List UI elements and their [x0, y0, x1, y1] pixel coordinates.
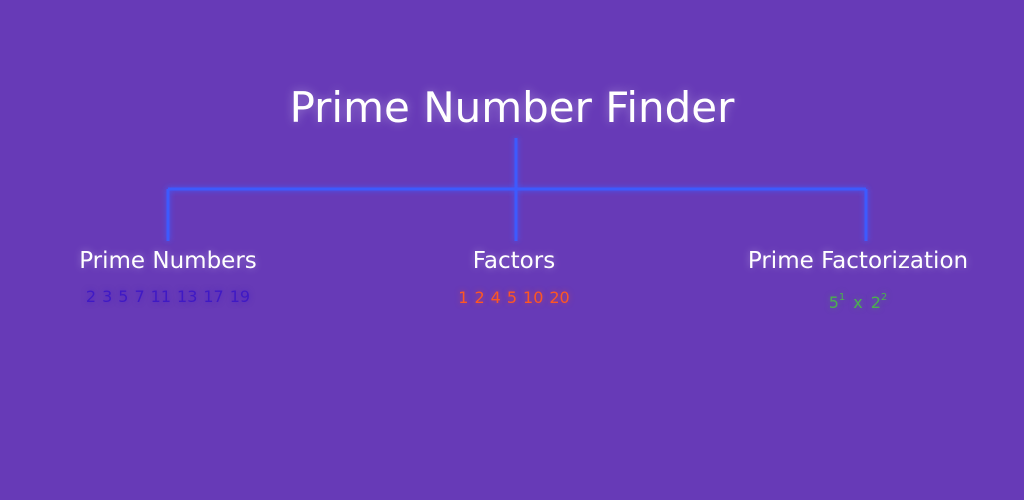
factor-base: 5 — [828, 293, 839, 312]
factor-exponent: 1 — [838, 292, 846, 303]
factor: 10 — [523, 288, 544, 307]
branch-label-primes: Prime Numbers — [79, 248, 257, 274]
prime-numbers-list: 2 3 5 7 11 13 17 19 — [38, 286, 298, 308]
factor: 20 — [549, 288, 570, 307]
factor: 1 — [458, 288, 469, 307]
factors-list: 1 2 4 5 10 20 — [384, 287, 644, 309]
prime-number: 3 — [102, 287, 113, 306]
multiply-operator: x — [853, 293, 863, 312]
branch-label-factorization: Prime Factorization — [747, 248, 969, 274]
factor-exponent: 2 — [880, 292, 888, 303]
prime-number: 11 — [150, 287, 172, 306]
branch-label-factors: Factors — [472, 248, 556, 274]
prime-number: 5 — [118, 287, 129, 306]
factor: 2 — [474, 288, 485, 307]
prime-number: 19 — [229, 287, 251, 306]
prime-factorization-expression: 51 x 22 — [738, 287, 978, 314]
factor-base: 2 — [870, 293, 881, 312]
factor: 4 — [490, 288, 501, 307]
prime-number: 17 — [203, 287, 224, 306]
factor: 5 — [506, 288, 518, 307]
prime-number: 7 — [134, 287, 145, 306]
prime-number: 13 — [177, 287, 198, 306]
prime-number: 2 — [85, 287, 97, 306]
